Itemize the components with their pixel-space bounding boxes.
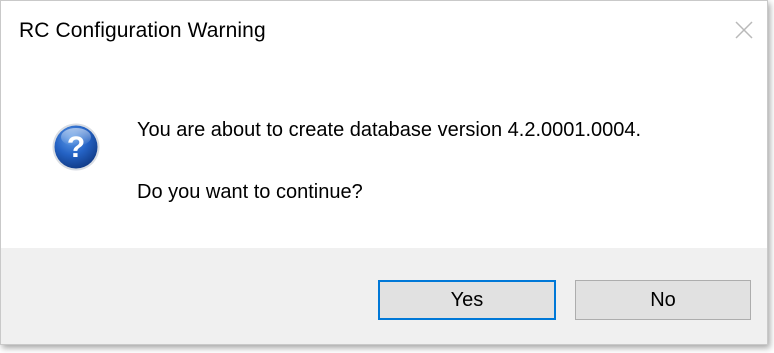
message-text: You are about to create database version… [137, 119, 642, 141]
title-bar[interactable]: RC Configuration Warning [1, 1, 767, 67]
message-dialog: RC Configuration Warning ? You are about… [0, 0, 768, 345]
question-icon: ? [51, 122, 101, 172]
svg-text:?: ? [67, 131, 85, 164]
confirmation-question: Do you want to continue? [137, 181, 363, 203]
no-button[interactable]: No [575, 280, 751, 320]
yes-button[interactable]: Yes [378, 280, 556, 320]
close-icon [735, 21, 753, 39]
dialog-content: ? You are about to create database versi… [1, 67, 767, 248]
button-bar: Yes No [1, 248, 767, 344]
dialog-title: RC Configuration Warning [19, 19, 266, 42]
close-button[interactable] [721, 7, 765, 51]
